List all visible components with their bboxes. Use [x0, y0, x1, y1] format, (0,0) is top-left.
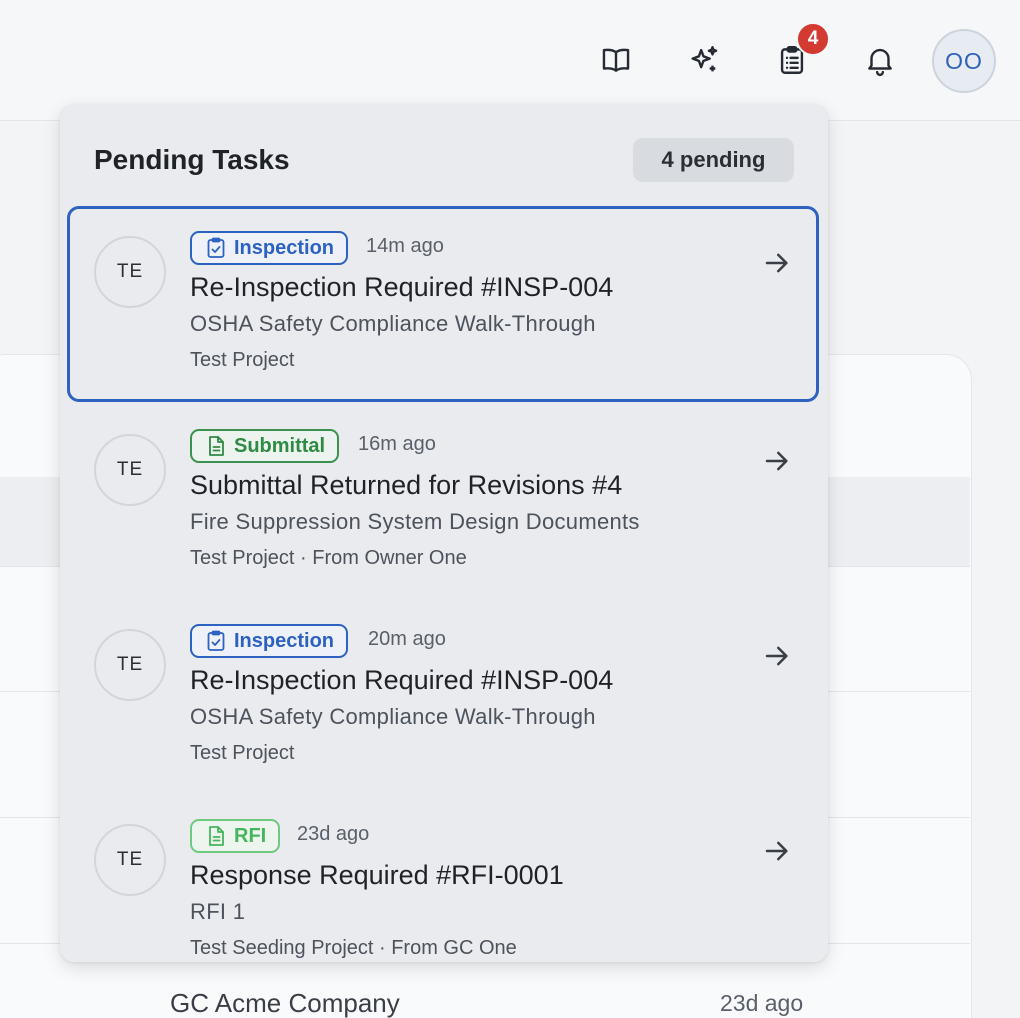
top-header: 4 OO [0, 0, 1020, 121]
panel-title: Pending Tasks [94, 144, 290, 175]
task-item[interactable]: TE Inspection 20m ago Re-Inspection Requ… [68, 599, 820, 795]
task-title: Response Required #RFI-0001 [190, 860, 564, 890]
task-type-label: RFI [234, 824, 267, 847]
sparkle-icon[interactable] [680, 36, 728, 84]
arrow-right-icon [765, 451, 788, 471]
task-project: Test Project [190, 349, 295, 371]
task-item[interactable]: TE Inspection 14m ago Re-Inspection Requ… [67, 206, 819, 402]
task-subtitle: RFI 1 [190, 899, 246, 924]
task-type-tag: Inspection [190, 231, 349, 265]
task-subtitle: OSHA Safety Compliance Walk-Through [190, 311, 596, 336]
task-subtitle: OSHA Safety Compliance Walk-Through [190, 704, 596, 729]
background-row-company: GC Acme Company [170, 988, 400, 1018]
task-avatar: TE [94, 629, 166, 701]
task-time: 20m ago [368, 628, 446, 650]
task-type-label: Inspection [234, 236, 335, 259]
document-icon [209, 436, 224, 456]
task-type-label: Submittal [234, 434, 326, 457]
task-time: 23d ago [297, 823, 370, 845]
task-type-tag: Inspection [190, 624, 349, 658]
pending-count-pill: 4 pending [633, 138, 794, 182]
clipboard-check-icon [207, 630, 225, 651]
task-type-label: Inspection [234, 629, 335, 652]
task-project: Test Seeding Project · From GC One [190, 937, 517, 959]
task-type-tag: RFI [190, 819, 281, 853]
arrow-right-icon [765, 253, 788, 273]
task-title: Submittal Returned for Revisions #4 [190, 470, 623, 500]
task-avatar: TE [94, 434, 166, 506]
pending-tasks-dropdown: Pending Tasks 4 pending TE Inspection 14… [60, 104, 828, 962]
user-avatar[interactable]: OO [932, 29, 996, 93]
document-icon [209, 826, 224, 846]
task-time: 14m ago [366, 235, 444, 257]
task-avatar: TE [94, 236, 166, 308]
background-row-time: 23d ago [720, 990, 804, 1016]
tasks-count-badge: 4 [796, 22, 830, 56]
task-type-tag: Submittal [190, 429, 340, 463]
book-icon[interactable] [592, 36, 640, 84]
task-time: 16m ago [358, 433, 436, 455]
task-project: Test Project [190, 742, 295, 764]
task-item[interactable]: TE Submittal 16m ago Submittal Returned … [68, 404, 820, 600]
arrow-right-icon [765, 646, 788, 666]
task-avatar: TE [94, 824, 166, 896]
arrow-right-icon [765, 841, 788, 861]
task-title: Re-Inspection Required #INSP-004 [190, 272, 614, 302]
task-project: Test Project · From Owner One [190, 547, 467, 569]
task-title: Re-Inspection Required #INSP-004 [190, 665, 614, 695]
task-item[interactable]: TE RFI 23d ago Response Required #RFI-00… [68, 794, 820, 962]
clipboard-check-icon [207, 237, 225, 258]
bell-icon[interactable] [856, 36, 904, 84]
task-subtitle: Fire Suppression System Design Documents [190, 509, 640, 534]
